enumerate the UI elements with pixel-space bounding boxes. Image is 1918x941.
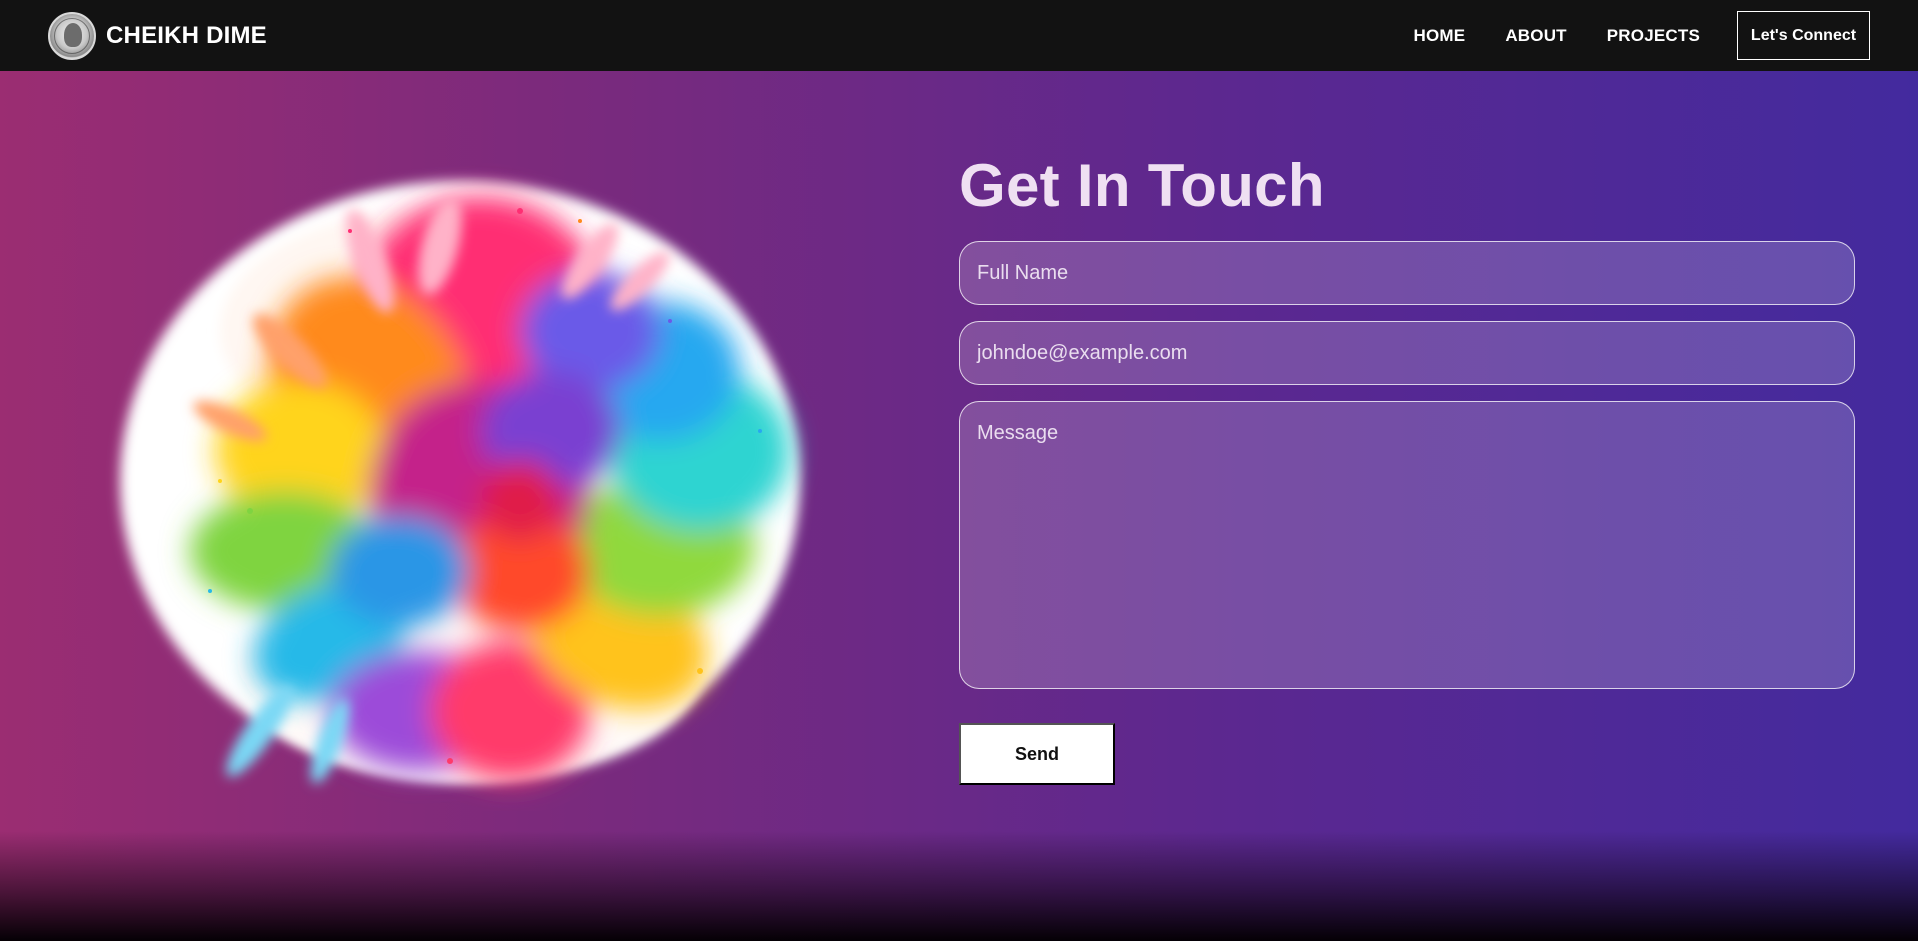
brand-name[interactable]: CHEIKH DIME [106,22,267,50]
brand[interactable]: CHEIKH DIME [48,12,267,60]
message-placeholder: Message [977,422,1059,444]
navbar: CHEIKH DIME HOME ABOUT PROJECTS Let's Co… [0,0,1918,71]
bottom-fade [0,831,1918,941]
coin-logo-icon[interactable] [48,12,96,60]
contact-section: Get In Touch Full Name johndoe@example.c… [0,71,1918,941]
full-name-input[interactable]: Full Name [959,241,1855,305]
nav-links: HOME ABOUT PROJECTS Let's Connect [1414,11,1870,60]
nav-link-projects[interactable]: PROJECTS [1607,26,1700,46]
color-powder-svg [120,181,800,784]
lets-connect-button[interactable]: Let's Connect [1737,11,1870,60]
send-button[interactable]: Send [959,723,1115,785]
contact-title: Get In Touch [959,152,1325,219]
color-splash-illustration [100,151,820,811]
email-placeholder: johndoe@example.com [977,341,1188,364]
full-name-placeholder: Full Name [977,261,1069,284]
nav-link-home[interactable]: HOME [1414,26,1466,46]
message-textarea[interactable]: Message [959,401,1855,689]
nav-link-about[interactable]: ABOUT [1505,26,1566,46]
email-input[interactable]: johndoe@example.com [959,321,1855,385]
